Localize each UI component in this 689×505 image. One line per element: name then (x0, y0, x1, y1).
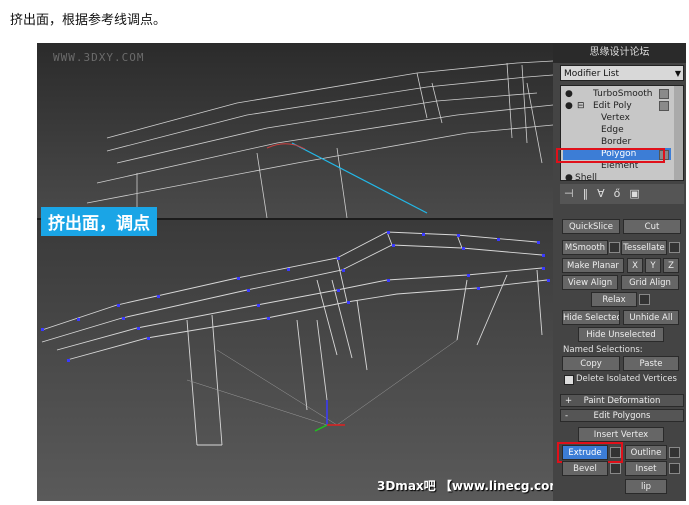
modifier-list-label: Modifier List (564, 69, 619, 79)
pin-stack-icon[interactable]: ⊣ (564, 187, 583, 200)
cut-button[interactable]: Cut (623, 219, 681, 234)
copy-button[interactable]: Copy (562, 356, 620, 371)
bevel-button[interactable]: Bevel (562, 461, 608, 476)
remove-modifier-icon[interactable]: ő (614, 187, 630, 200)
overlay-title: 挤出面，调点 (41, 207, 157, 236)
stack-toolbar: ⊣‖∀ő▣ (560, 184, 684, 204)
tessellate-button[interactable]: Tessellate (621, 240, 667, 255)
hide-unselected-button[interactable]: Hide Unselected (578, 327, 664, 342)
stack-toggle-icon[interactable] (659, 89, 669, 99)
modifier-list-dropdown[interactable]: Modifier List ▼ (560, 65, 684, 81)
named-selections-label: Named Selections: (563, 345, 643, 355)
extrude-highlight-box (557, 442, 623, 463)
modifier-stack[interactable]: ● TurboSmooth ● ⊟ Edit Poly Vertex Edge … (560, 85, 684, 181)
inset-button[interactable]: Inset (625, 461, 667, 476)
delete-isolated-checkbox[interactable] (564, 375, 574, 385)
inset-settings-icon[interactable] (669, 463, 680, 474)
paste-button[interactable]: Paste (623, 356, 679, 371)
chevron-down-icon: ▼ (674, 69, 681, 78)
wireframe-top (86, 60, 553, 218)
bulb-icon[interactable]: ● (565, 172, 573, 180)
collapse-icon[interactable]: ⊟ (577, 100, 585, 112)
configure-sets-icon[interactable]: ▣ (629, 187, 648, 200)
quickslice-button[interactable]: QuickSlice (562, 219, 620, 234)
msmooth-settings-icon[interactable] (609, 242, 620, 253)
planar-z-button[interactable]: Z (663, 258, 679, 273)
stack-item-shell[interactable]: Shell (575, 172, 597, 180)
polygon-highlight-box (556, 148, 665, 163)
stack-item-border[interactable]: Border (601, 136, 631, 148)
stack-item-edge[interactable]: Edge (601, 124, 624, 136)
panel-logo: 思缘设计论坛 (553, 43, 686, 63)
edit-polygons-label: Edit Polygons (593, 411, 651, 421)
stack-toggle-icon[interactable] (659, 101, 669, 111)
relax-button[interactable]: Relax (591, 292, 637, 307)
outline-button[interactable]: Outline (625, 445, 667, 460)
stack-item-edit-poly[interactable]: Edit Poly (593, 100, 632, 112)
collapse-icon: - (565, 411, 569, 421)
show-end-result-icon[interactable]: ‖ (583, 187, 598, 200)
3dsmax-screenshot: WWW.3DXY.COM 挤出面，调点 3Dmax吧 【www.linecg.c… (37, 43, 686, 501)
paint-deformation-rollout[interactable]: + Paint Deformation (560, 394, 684, 407)
msmooth-button[interactable]: MSmooth (562, 240, 608, 255)
make-planar-button[interactable]: Make Planar (562, 258, 624, 273)
planar-y-button[interactable]: Y (645, 258, 661, 273)
flip-button[interactable]: lip (625, 479, 667, 494)
viewport-bottom[interactable] (37, 220, 553, 501)
insert-vertex-button[interactable]: Insert Vertex (578, 427, 664, 442)
viewport-top[interactable]: WWW.3DXY.COM (37, 43, 553, 218)
bevel-settings-icon[interactable] (610, 463, 621, 474)
paint-deformation-label: Paint Deformation (583, 396, 661, 406)
relax-settings-icon[interactable] (639, 294, 650, 305)
stack-item-vertex[interactable]: Vertex (601, 112, 630, 124)
stack-item-turbosmooth[interactable]: TurboSmooth (593, 88, 652, 100)
outline-settings-icon[interactable] (669, 447, 680, 458)
caption-text: 挤出面，根据参考线调点。 (10, 13, 167, 28)
make-unique-icon[interactable]: ∀ (597, 187, 614, 200)
command-panel: 思缘设计论坛 Modifier List ▼ ● TurboSmooth ● ⊟… (553, 43, 686, 501)
view-align-button[interactable]: View Align (562, 275, 618, 290)
planar-x-button[interactable]: X (627, 258, 643, 273)
unhide-all-button[interactable]: Unhide All (623, 310, 679, 325)
delete-isolated-label: Delete Isolated Vertices (576, 374, 677, 384)
grid-align-button[interactable]: Grid Align (621, 275, 679, 290)
wireframe-bottom (41, 231, 550, 446)
edit-polygons-rollout[interactable]: - Edit Polygons (560, 409, 684, 422)
hide-selected-button[interactable]: Hide Selected (562, 310, 620, 325)
stack-scrollbar[interactable] (674, 86, 683, 180)
tessellate-settings-icon[interactable] (669, 242, 680, 253)
bulb-icon[interactable]: ● (565, 100, 573, 112)
bulb-icon[interactable]: ● (565, 88, 573, 100)
expand-icon: + (565, 396, 573, 406)
